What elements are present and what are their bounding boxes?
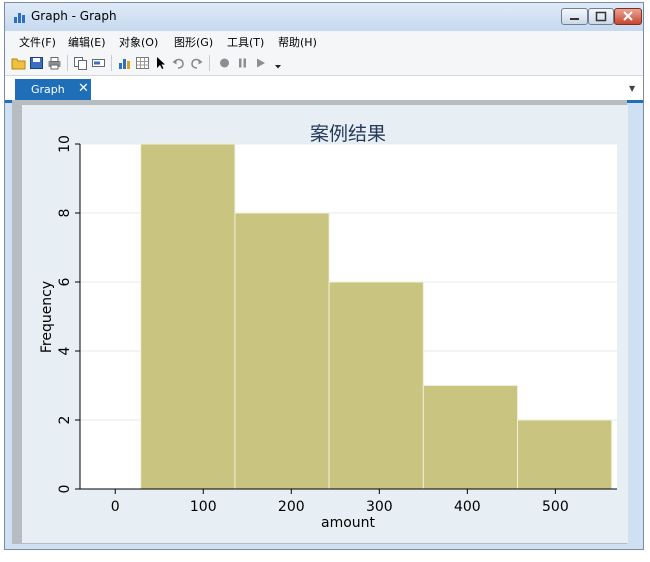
histogram-bar	[234, 212, 330, 490]
y-tick-label: 8	[57, 209, 73, 218]
y-tick-label: 0	[57, 485, 73, 494]
x-axis-label: amount	[321, 515, 376, 531]
x-tick-label: 100	[190, 499, 217, 515]
y-tick-label: 2	[57, 416, 73, 425]
x-tick-label: 400	[454, 499, 481, 515]
y-tick-label: 10	[57, 135, 73, 153]
x-tick-label: 200	[278, 499, 305, 515]
histogram-bar	[422, 385, 519, 490]
histogram-bar	[140, 143, 236, 490]
y-tick-label: 4	[57, 346, 73, 355]
histogram-bar	[517, 419, 613, 490]
chart-title: 案例结果	[310, 123, 386, 145]
y-tick-label: 6	[57, 277, 73, 286]
histogram-bar	[328, 281, 424, 490]
histogram-chart: 0 100 200 300 400 500 0 2 4 6 8 10 案例结果 amount Freq…	[39, 123, 617, 531]
x-tick-label: 500	[542, 499, 569, 515]
y-axis-label: Frequency	[39, 281, 55, 353]
x-tick-label: 0	[111, 499, 120, 515]
x-tick-label: 300	[366, 499, 393, 515]
